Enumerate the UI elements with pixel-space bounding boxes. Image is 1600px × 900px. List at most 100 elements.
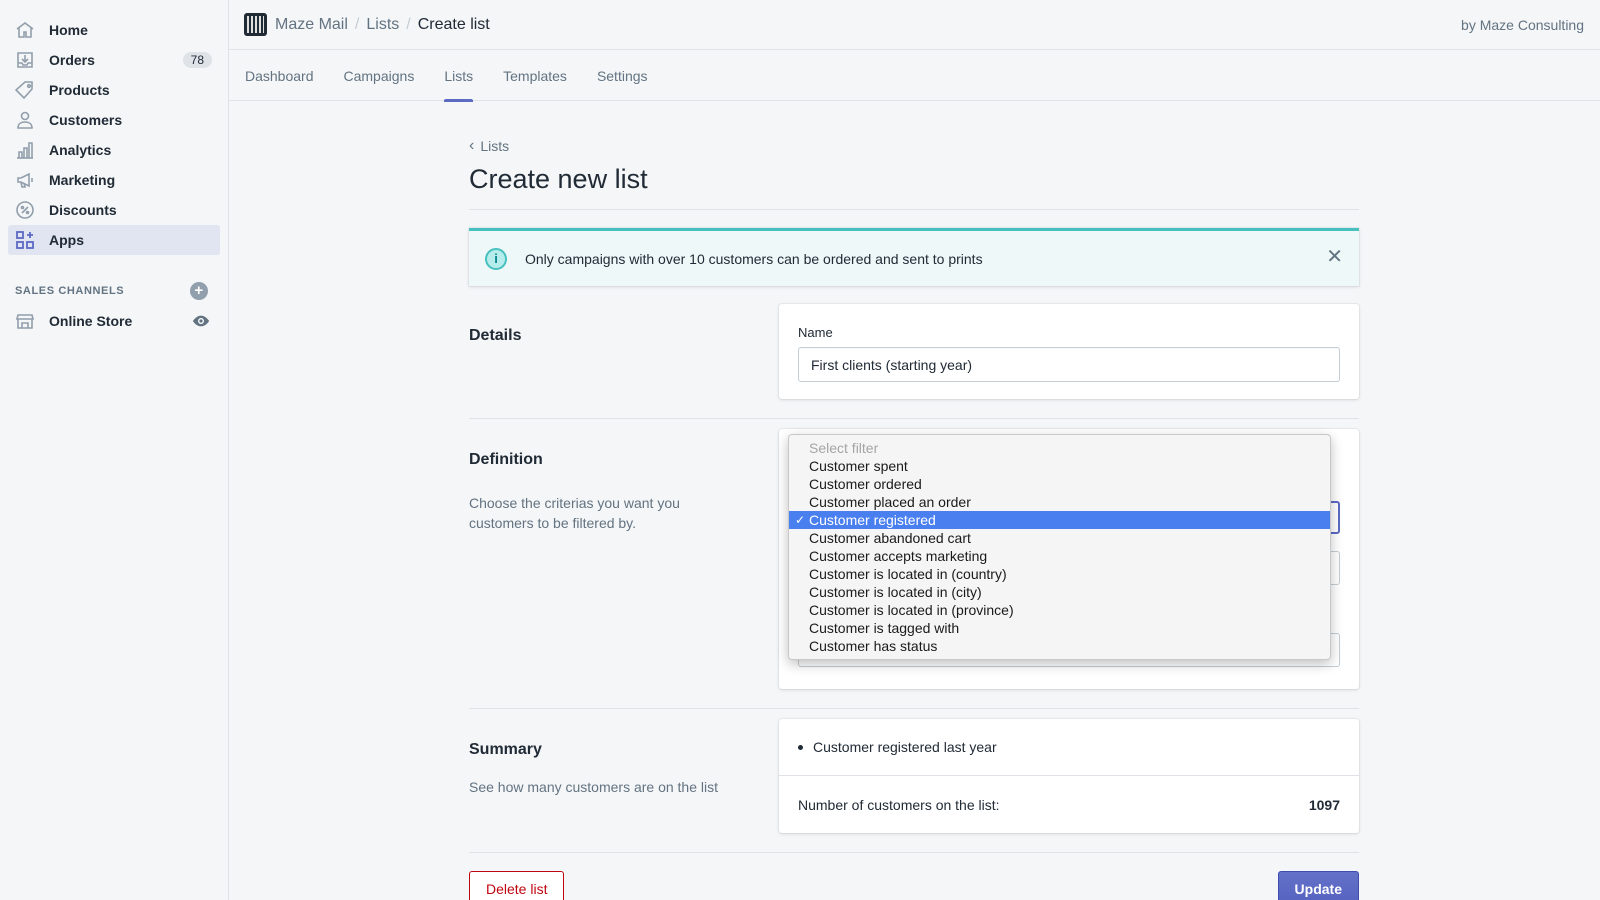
breadcrumb-separator: / bbox=[354, 15, 360, 33]
filter-option[interactable]: Customer spent bbox=[789, 457, 1330, 475]
summary-card: Customer registered last year Number of … bbox=[779, 719, 1359, 833]
sidebar-item-online-store[interactable]: Online Store bbox=[8, 306, 220, 336]
app-tabs: Dashboard Campaigns Lists Templates Settings bbox=[229, 50, 1600, 102]
eye-icon[interactable] bbox=[192, 312, 210, 330]
tab-templates[interactable]: Templates bbox=[503, 50, 567, 101]
sidebar-item-label: Orders bbox=[49, 52, 95, 68]
sales-channels-header: SALES CHANNELS + bbox=[15, 281, 213, 301]
maze-mail-logo-icon bbox=[244, 13, 267, 36]
sidebar-item-label: Analytics bbox=[49, 142, 112, 158]
sidebar-item-products[interactable]: Products bbox=[8, 75, 220, 105]
breadcrumb-app[interactable]: Maze Mail bbox=[275, 16, 348, 34]
filter-option[interactable]: Customer is located in (city) bbox=[789, 583, 1330, 601]
filter-option[interactable]: Customer placed an order bbox=[789, 493, 1330, 511]
filter-option[interactable]: Customer is tagged with bbox=[789, 619, 1330, 637]
breadcrumb-current: Create list bbox=[417, 15, 490, 33]
actions-bar: Delete list Update bbox=[469, 853, 1359, 900]
sidebar-item-label: Home bbox=[49, 22, 88, 38]
filter-option[interactable]: Customer abandoned cart bbox=[789, 529, 1330, 547]
banner-message: Only campaigns with over 10 customers ca… bbox=[525, 250, 983, 267]
sidebar-item-label: Products bbox=[49, 82, 110, 98]
sidebar-item-marketing[interactable]: Marketing bbox=[8, 165, 220, 195]
filter-option[interactable]: Customer accepts marketing bbox=[789, 547, 1330, 565]
back-link[interactable]: ‹ Lists bbox=[469, 137, 1359, 155]
tag-icon bbox=[15, 80, 35, 100]
breadcrumb-separator: / bbox=[406, 15, 411, 33]
filter-option-label: Customer ordered bbox=[809, 476, 922, 492]
summary-description: See how many customers are on the list bbox=[469, 779, 719, 795]
topbar: Maze Mail / Lists / Create list by Maze … bbox=[229, 0, 1600, 50]
definition-section: Definition Choose the criterias you want… bbox=[469, 419, 1359, 708]
back-link-label: Lists bbox=[480, 138, 510, 154]
person-icon bbox=[15, 110, 35, 130]
discount-icon bbox=[15, 200, 35, 220]
sidebar-item-home[interactable]: Home bbox=[8, 15, 220, 45]
tab-dashboard[interactable]: Dashboard bbox=[245, 50, 314, 101]
update-button[interactable]: Update bbox=[1277, 871, 1359, 900]
sidebar-item-label: Apps bbox=[49, 232, 84, 248]
name-input[interactable] bbox=[798, 347, 1340, 382]
delete-list-button[interactable]: Delete list bbox=[469, 871, 565, 900]
filter-option[interactable]: Customer ordered bbox=[789, 475, 1330, 493]
filter-option-label: Customer spent bbox=[809, 458, 908, 474]
sidebar-nav: Home Orders 78 Products Customers Analytics Ma… bbox=[0, 15, 228, 255]
summary-criteria-item: Customer registered last year bbox=[798, 739, 997, 755]
sidebar-item-apps[interactable]: Apps bbox=[8, 225, 220, 255]
filter-option[interactable]: ✓ Customer registered bbox=[789, 511, 1330, 529]
summary-criteria: Customer registered last year bbox=[779, 719, 1359, 776]
chevron-left-icon: ‹ bbox=[469, 137, 475, 154]
sidebar-item-discounts[interactable]: Discounts bbox=[8, 195, 220, 225]
tab-campaigns[interactable]: Campaigns bbox=[344, 50, 415, 101]
apps-icon bbox=[15, 230, 35, 250]
details-card: Name bbox=[779, 304, 1359, 399]
sidebar: Home Orders 78 Products Customers Analytics Ma… bbox=[0, 0, 229, 900]
filter-option-label: Customer is located in (country) bbox=[809, 566, 1007, 582]
name-label: Name bbox=[798, 325, 833, 340]
sidebar-item-analytics[interactable]: Analytics bbox=[8, 135, 220, 165]
filter-option-label: Customer abandoned cart bbox=[809, 530, 971, 546]
definition-heading: Definition bbox=[469, 451, 543, 468]
sidebar-item-label: Discounts bbox=[49, 202, 117, 218]
bar-chart-icon bbox=[15, 140, 35, 160]
filter-option-label: Customer has status bbox=[809, 638, 938, 654]
megaphone-icon bbox=[15, 170, 35, 190]
filter-option-label: Select filter bbox=[809, 440, 879, 456]
filter-option[interactable]: Customer has status bbox=[789, 637, 1330, 655]
sales-channels-title: SALES CHANNELS bbox=[15, 285, 125, 297]
divider bbox=[469, 209, 1359, 210]
filter-dropdown-menu: Select filter Customer spent Customer orde… bbox=[788, 434, 1331, 660]
filter-option-label: Customer registered bbox=[809, 512, 936, 528]
summary-heading: Summary bbox=[469, 741, 542, 758]
info-icon: i bbox=[485, 247, 507, 270]
filter-option: Select filter bbox=[789, 439, 1330, 457]
tab-lists[interactable]: Lists bbox=[444, 50, 473, 102]
tab-settings[interactable]: Settings bbox=[597, 50, 648, 101]
definition-card: Select filter Customer spent Customer orde… bbox=[779, 429, 1359, 689]
sidebar-item-label: Online Store bbox=[49, 313, 133, 329]
filter-option[interactable]: Customer is located in (province) bbox=[789, 601, 1330, 619]
orders-icon bbox=[15, 50, 35, 70]
definition-description: Choose the criterias you want you custom… bbox=[469, 495, 680, 531]
main-content: ‹ Lists Create new list i Only campaigns… bbox=[469, 101, 1359, 900]
orders-count-badge: 78 bbox=[182, 52, 212, 68]
summary-section: Summary See how many customers are on th… bbox=[469, 709, 1359, 852]
info-banner: i Only campaigns with over 10 customers … bbox=[469, 228, 1359, 286]
developer-byline: by Maze Consulting bbox=[1461, 17, 1584, 33]
summary-count-row: Number of customers on the list: 1097 bbox=[779, 776, 1359, 833]
sidebar-item-label: Customers bbox=[49, 112, 123, 128]
filter-option-label: Customer accepts marketing bbox=[809, 548, 988, 564]
filter-option[interactable]: Customer is located in (country) bbox=[789, 565, 1330, 583]
sidebar-item-customers[interactable]: Customers bbox=[8, 105, 220, 135]
filter-option-label: Customer is located in (city) bbox=[809, 584, 982, 600]
add-channel-icon[interactable]: + bbox=[190, 282, 208, 300]
filter-option-label: Customer is tagged with bbox=[809, 620, 960, 636]
filter-option-label: Customer placed an order bbox=[809, 494, 971, 510]
page-title: Create new list bbox=[469, 164, 648, 194]
close-icon[interactable]: ✕ bbox=[1326, 246, 1343, 268]
breadcrumb-lists[interactable]: Lists bbox=[366, 16, 399, 34]
details-section: Details Name bbox=[469, 304, 1359, 418]
home-icon bbox=[15, 20, 35, 40]
sidebar-item-orders[interactable]: Orders 78 bbox=[8, 45, 220, 75]
details-heading: Details bbox=[469, 327, 522, 344]
store-icon bbox=[15, 311, 35, 331]
